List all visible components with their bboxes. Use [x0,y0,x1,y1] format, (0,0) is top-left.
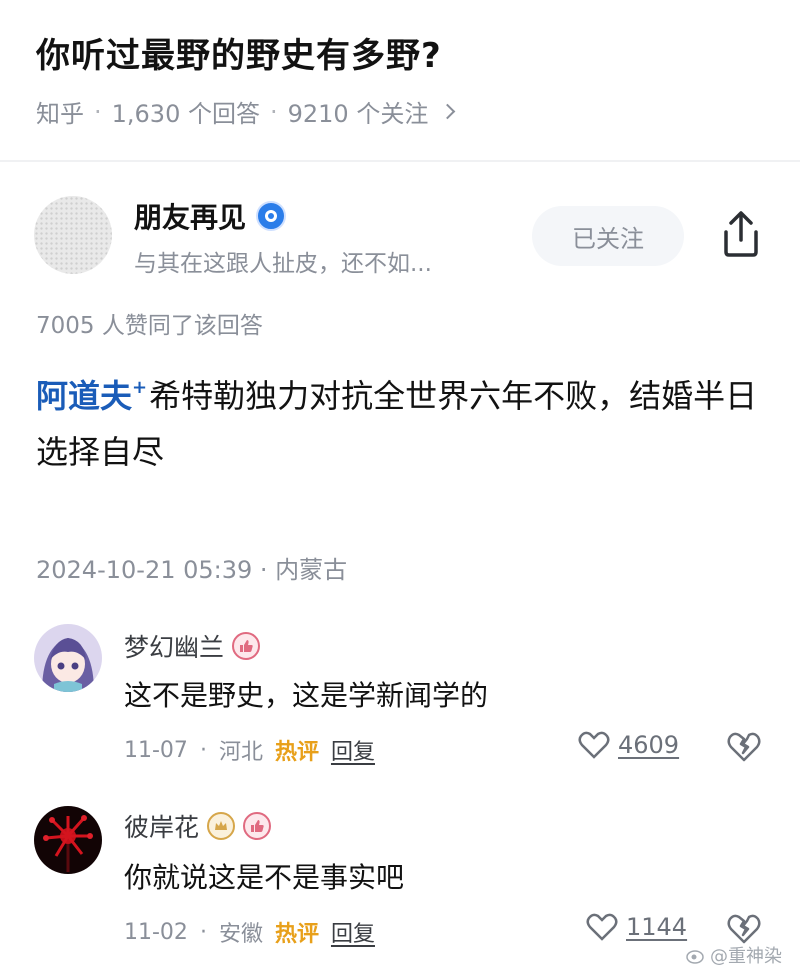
heart-icon [586,913,618,941]
question-source: 知乎 [36,100,84,128]
answer-count: 1,630 个回答 [111,100,260,128]
comment-author-name: 梦幻幽兰 [124,633,225,662]
author-badge-icon [256,201,287,231]
thumb-badge-icon [232,632,261,660]
comment-date: 11-02 [124,919,188,945]
comment-meta: 11-02 · 安徽 热评 回复 [124,916,375,948]
follow-button[interactable]: 已关注 [532,206,684,266]
share-icon[interactable] [718,208,764,260]
comment-date: 11-07 [124,737,188,763]
heart-icon [578,731,610,759]
broken-heart-icon[interactable] [726,730,762,764]
like-button[interactable]: 1144 [586,912,687,942]
answer-body: 阿道夫+希特勒独力对抗全世界六年不败，结婚半日选择自尽 [36,360,766,480]
hot-comment-badge: 热评 [274,740,319,765]
comment-author-name: 彼岸花 [124,813,200,842]
chevron-right-icon [440,103,456,120]
reply-button[interactable]: 回复 [331,734,375,766]
divider [0,160,800,162]
author-bio: 与其在这跟人扯皮，还不如... [134,251,432,277]
separator-dot: · [199,919,207,945]
answer-topic-link[interactable]: 阿道夫+ [36,377,149,415]
thumb-badge-icon [243,812,272,840]
crown-badge-icon [207,812,236,840]
hot-comment-badge: 热评 [274,922,319,947]
comment-meta: 11-07 · 河北 热评 回复 [124,734,375,766]
link-plus-icon: + [132,377,148,398]
comment-location: 河北 [218,740,263,765]
comment-avatar[interactable] [34,806,102,874]
comment-location: 安徽 [218,922,263,947]
author-name-row[interactable]: 朋友再见 [134,196,287,236]
weibo-icon [686,950,704,964]
watermark-text: @重神染 [710,946,782,967]
follower-count: 9210 个关注 [287,100,429,128]
question-title[interactable]: 你听过最野的野史有多野? [36,28,442,77]
author-name: 朋友再见 [134,201,247,234]
author-avatar[interactable] [34,196,112,274]
answer-date: 2024-10-21 05:39 · 内蒙古 [36,556,348,584]
broken-heart-icon[interactable] [726,912,762,946]
answer-likes: 7005 人赞同了该回答 [36,313,263,339]
reply-button[interactable]: 回复 [331,916,375,948]
comment-text: 你就说这是不是事实吧 [124,861,405,894]
comment-avatar[interactable] [34,624,102,692]
question-meta[interactable]: 知乎 · 1,630 个回答 · 9210 个关注 [36,94,456,129]
comment-author[interactable]: 彼岸花 [124,808,272,844]
like-count: 4609 [618,731,680,759]
like-count: 1144 [626,913,688,941]
separator-dot: · [269,97,278,126]
comment-text: 这不是野史，这是学新闻学的 [124,679,489,712]
like-button[interactable]: 4609 [578,730,679,760]
separator-dot: · [199,737,207,763]
separator-dot: · [94,97,102,126]
answer-topic-link-text: 阿道夫 [36,377,133,415]
comment-author[interactable]: 梦幻幽兰 [124,628,261,664]
watermark: @重神染 [686,942,782,968]
